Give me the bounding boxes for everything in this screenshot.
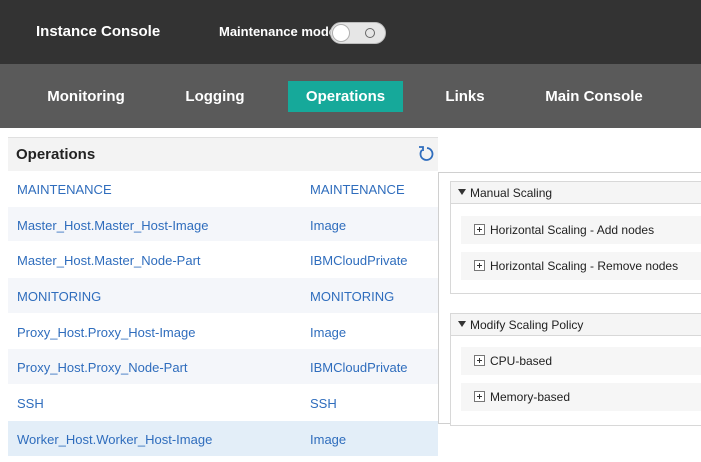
tab-main-console[interactable]: Main Console: [528, 81, 660, 112]
table-row[interactable]: Proxy_Host.Proxy_Node-Part IBMCloudPriva…: [8, 349, 438, 386]
cpu-based-item[interactable]: CPU-based: [461, 347, 701, 375]
operation-name[interactable]: Master_Host.Master_Node-Part: [17, 253, 201, 268]
caret-down-icon: [458, 189, 466, 195]
operation-type[interactable]: Image: [310, 432, 346, 447]
modify-scaling-policy-section: Modify Scaling Policy CPU-based Memory-b…: [450, 313, 701, 426]
table-row[interactable]: MAINTENANCE MAINTENANCE: [8, 171, 438, 207]
operation-type[interactable]: MAINTENANCE: [310, 182, 405, 197]
section-title: Modify Scaling Policy: [470, 318, 584, 332]
horizontal-scaling-remove-nodes[interactable]: Horizontal Scaling - Remove nodes: [461, 252, 701, 280]
caret-down-icon: [458, 321, 466, 327]
operation-details-panel: Manual Scaling Horizontal Scaling - Add …: [438, 172, 701, 426]
table-row[interactable]: Master_Host.Master_Node-Part IBMCloudPri…: [8, 242, 438, 279]
memory-based-item[interactable]: Memory-based: [461, 383, 701, 411]
expand-plus-icon[interactable]: [474, 355, 485, 366]
operations-panel: Operations MAINTENANCE MAINTENANCE Maste…: [0, 128, 438, 462]
operation-name[interactable]: Master_Host.Master_Host-Image: [17, 218, 208, 233]
manual-scaling-header[interactable]: Manual Scaling: [451, 182, 701, 204]
operation-type[interactable]: SSH: [310, 396, 337, 411]
operation-name[interactable]: MAINTENANCE: [17, 182, 112, 197]
item-label: CPU-based: [490, 354, 553, 368]
refresh-icon[interactable]: [416, 144, 436, 164]
tab-operations[interactable]: Operations: [288, 81, 403, 112]
operation-name[interactable]: Proxy_Host.Proxy_Host-Image: [17, 325, 195, 340]
operations-header: Operations: [8, 137, 438, 171]
item-label: Horizontal Scaling - Add nodes: [490, 223, 655, 237]
toggle-off-icon: [365, 28, 375, 38]
operation-name[interactable]: MONITORING: [17, 289, 101, 304]
operation-type[interactable]: MONITORING: [310, 289, 394, 304]
item-label: Memory-based: [490, 390, 571, 404]
table-row[interactable]: Master_Host.Master_Host-Image Image: [8, 206, 438, 243]
nav-bar: Monitoring Logging Operations Links Main…: [0, 64, 701, 128]
modify-scaling-policy-header[interactable]: Modify Scaling Policy: [451, 314, 701, 336]
item-label: Horizontal Scaling - Remove nodes: [490, 259, 679, 273]
operation-type[interactable]: IBMCloudPrivate: [310, 360, 408, 375]
expand-plus-icon[interactable]: [474, 260, 485, 271]
top-bar: Instance Console Maintenance mode: [0, 0, 701, 64]
app-title: Instance Console: [36, 23, 161, 40]
operation-name[interactable]: SSH: [17, 396, 44, 411]
table-row-selected[interactable]: Worker_Host.Worker_Host-Image Image: [8, 420, 438, 457]
table-row[interactable]: MONITORING MONITORING: [8, 278, 438, 314]
section-title: Manual Scaling: [470, 186, 553, 200]
operation-type[interactable]: Image: [310, 218, 346, 233]
toggle-knob: [332, 24, 350, 42]
operations-table: MAINTENANCE MAINTENANCE Master_Host.Mast…: [8, 171, 438, 457]
operations-title: Operations: [16, 146, 96, 163]
operation-name[interactable]: Proxy_Host.Proxy_Node-Part: [17, 360, 188, 375]
maintenance-mode-toggle[interactable]: [330, 22, 386, 44]
tab-logging[interactable]: Logging: [168, 81, 262, 112]
operation-type[interactable]: IBMCloudPrivate: [310, 253, 408, 268]
expand-plus-icon[interactable]: [474, 391, 485, 402]
horizontal-scaling-add-nodes[interactable]: Horizontal Scaling - Add nodes: [461, 216, 701, 244]
maintenance-mode-label: Maintenance mode: [219, 24, 337, 39]
table-row[interactable]: SSH SSH: [8, 385, 438, 421]
table-row[interactable]: Proxy_Host.Proxy_Host-Image Image: [8, 314, 438, 350]
tab-links[interactable]: Links: [425, 81, 505, 112]
tab-monitoring[interactable]: Monitoring: [30, 81, 142, 112]
operation-name[interactable]: Worker_Host.Worker_Host-Image: [17, 432, 212, 447]
operation-type[interactable]: Image: [310, 325, 346, 340]
manual-scaling-section: Manual Scaling Horizontal Scaling - Add …: [450, 181, 701, 294]
expand-plus-icon[interactable]: [474, 224, 485, 235]
